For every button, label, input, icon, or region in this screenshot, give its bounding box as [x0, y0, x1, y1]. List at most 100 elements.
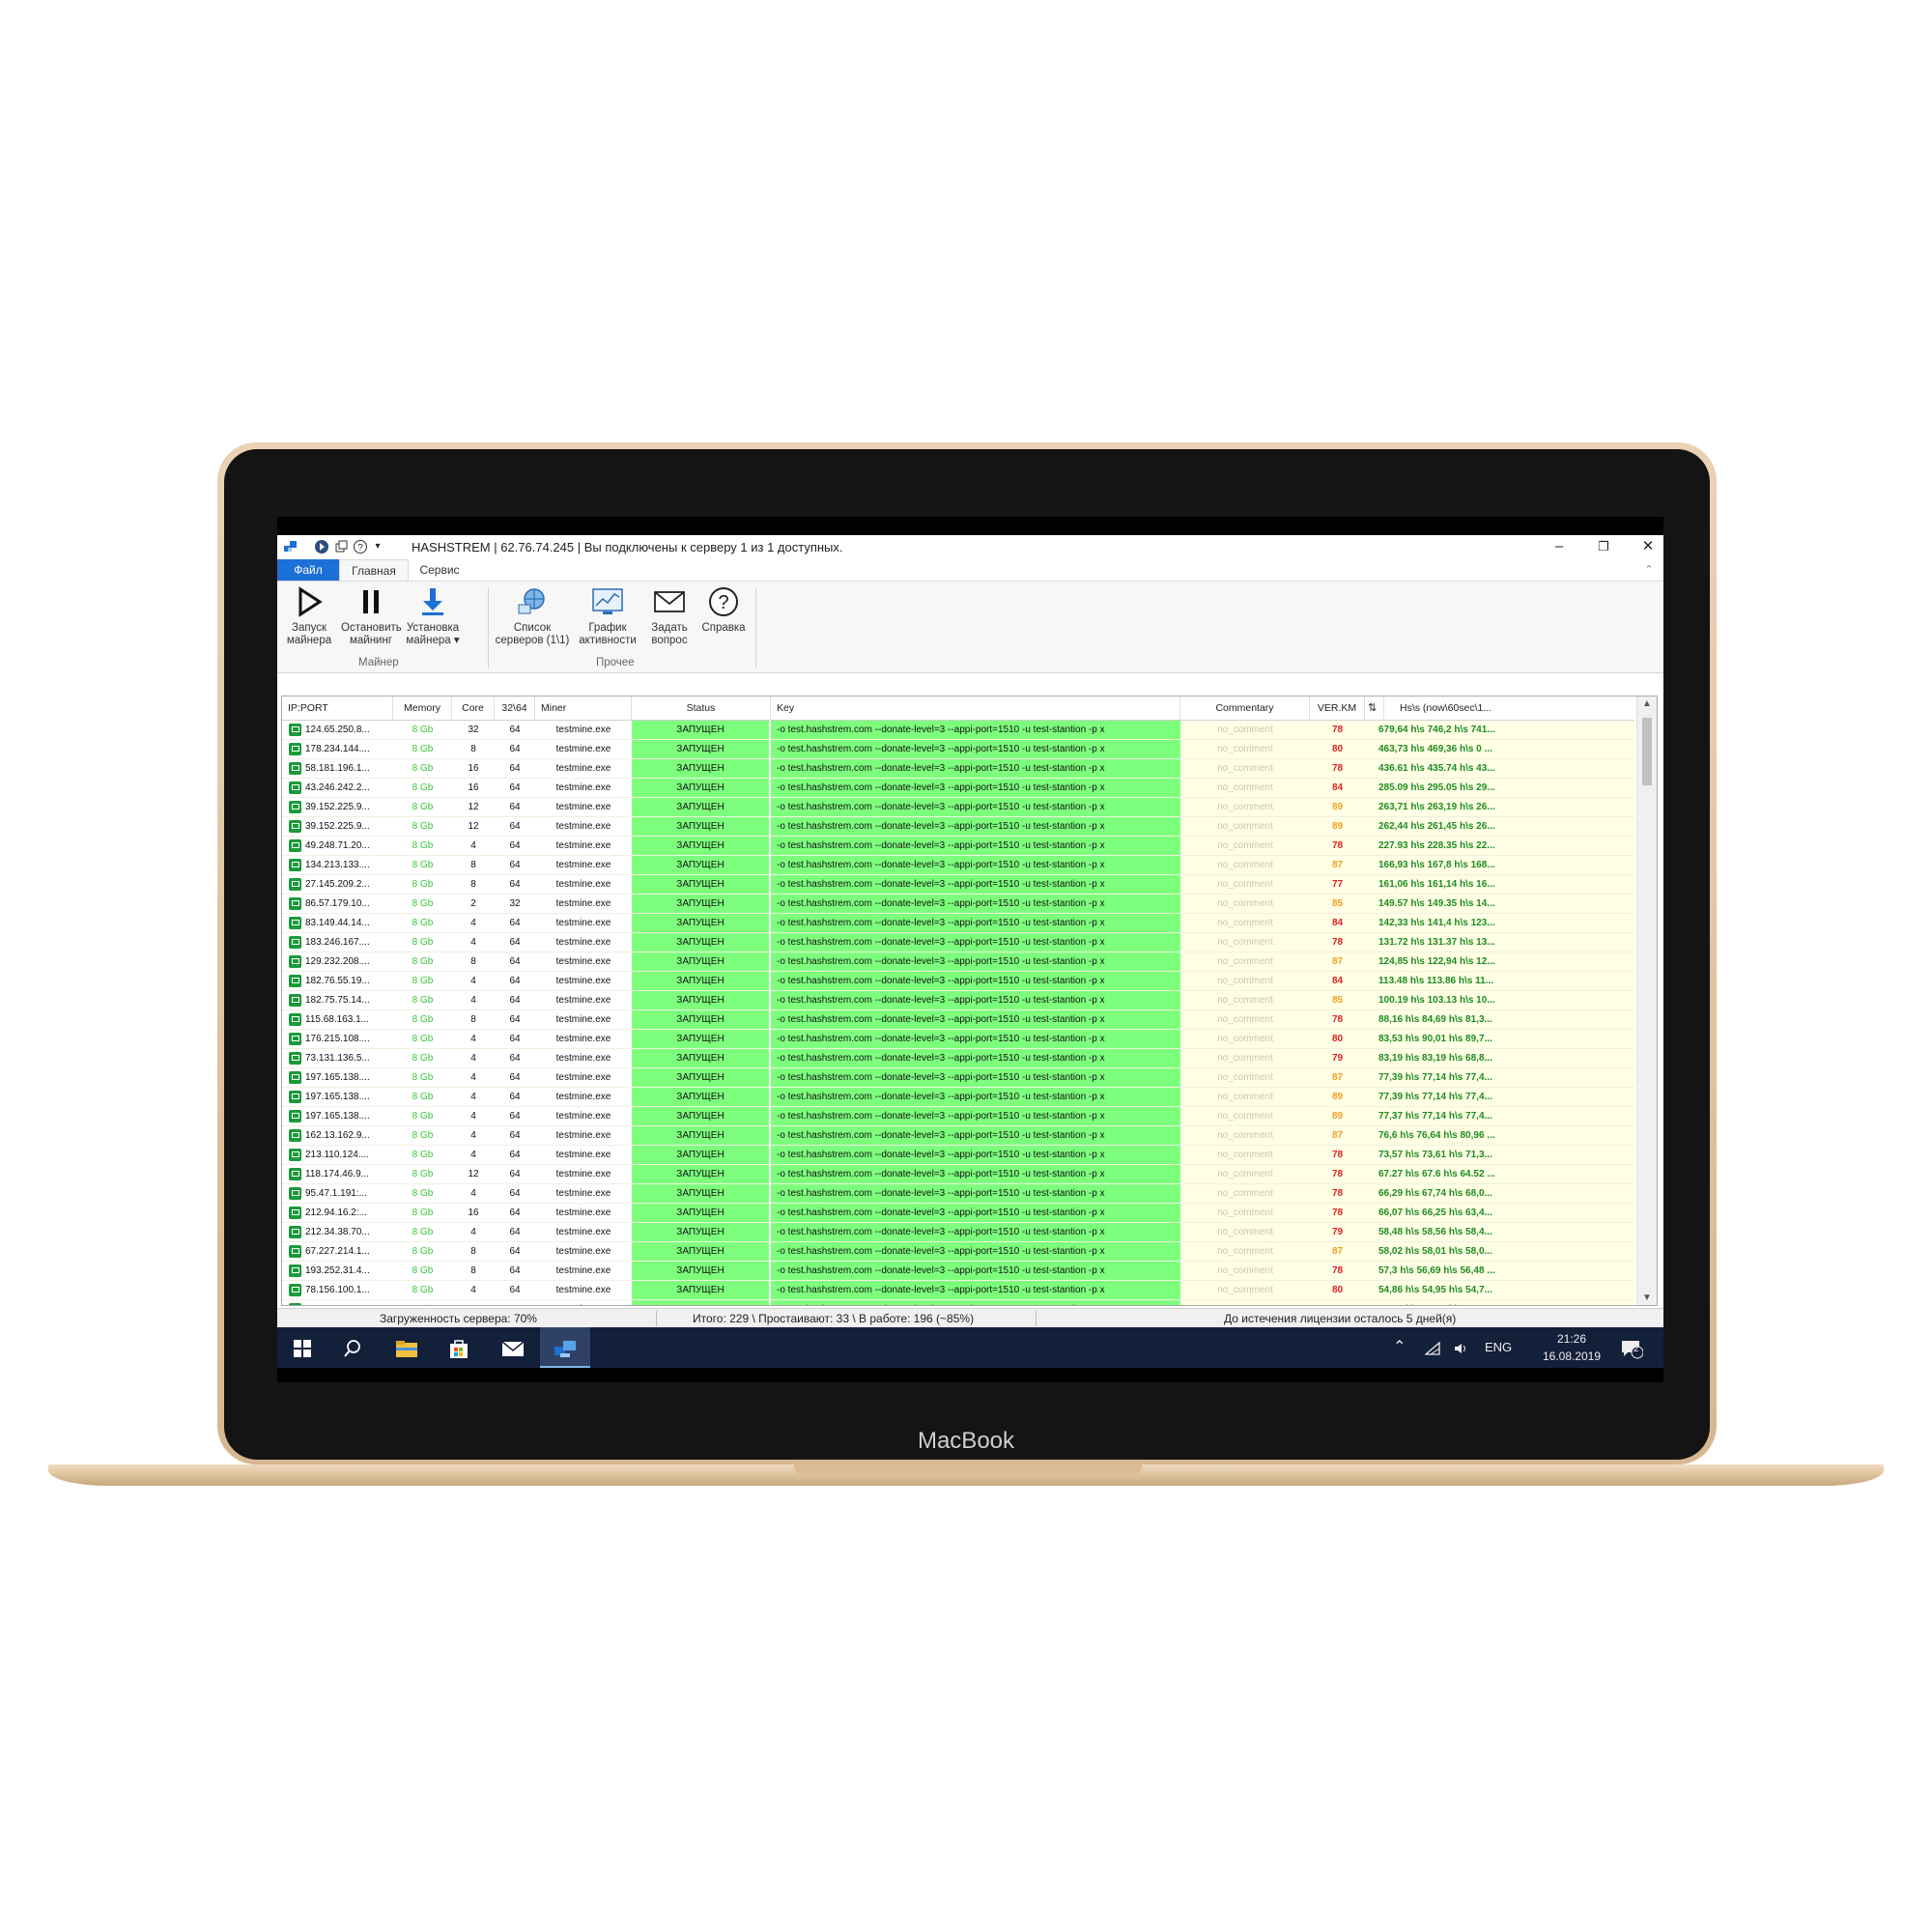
col-header-key[interactable]: Key [771, 696, 1180, 720]
table-row[interactable]: 212.34.38.70... 8 Gb 4 64 testmine.exe ЗАПУЩЕ… [282, 1223, 1634, 1242]
col-header-status[interactable]: Status [632, 696, 771, 720]
customize-toolbar-icon[interactable]: ▾ [370, 539, 385, 554]
collapse-ribbon-icon[interactable]: ⌃ [1639, 559, 1659, 581]
table-row[interactable]: 27.145.209.2... 8 Gb 8 64 testmine.exe ЗАПУЩЕ… [282, 875, 1634, 895]
table-row[interactable]: 213.110.124.... 8 Gb 4 64 testmine.exe ЗАПУЩЕ… [282, 1146, 1634, 1165]
cell-bits: 64 [495, 1049, 535, 1067]
table-row[interactable]: 182.75.75.14... 8 Gb 4 64 testmine.exe ЗАПУЩЕ… [282, 991, 1634, 1010]
stop-mining-button[interactable]: Остановить майнинг [341, 585, 402, 647]
cell-version: 78 [1310, 759, 1365, 778]
table-row[interactable]: 73.131.136.5... 8 Gb 4 64 testmine.exe ЗАПУЩЕ… [282, 1049, 1634, 1068]
col-header-bits[interactable]: 32\64 [495, 696, 535, 720]
scroll-thumb[interactable] [1642, 718, 1652, 785]
cell-core-text: 4 [470, 1111, 476, 1122]
help-small-icon[interactable]: ? [353, 539, 368, 554]
table-row[interactable]: 176.215.108.... 8 Gb 4 64 testmine.exe ЗАПУЩЕ… [282, 1030, 1634, 1049]
action-center-icon[interactable]: 2 [1620, 1327, 1644, 1368]
table-row[interactable]: 134.213.133.... 8 Gb 8 64 testmine.exe ЗАПУЩЕ… [282, 856, 1634, 875]
table-row[interactable]: 162.13.162.9... 8 Gb 4 64 testmine.exe ЗАПУЩЕ… [282, 1126, 1634, 1146]
network-icon[interactable] [1424, 1327, 1440, 1368]
cell-core: 4 [452, 1030, 495, 1048]
cell-status-text: ЗАПУЩЕН [676, 1208, 724, 1218]
restore-button[interactable]: ❐ [1581, 535, 1626, 558]
table-row[interactable]: 182.76.55.19... 8 Gb 4 64 testmine.exe ЗАПУЩЕ… [282, 972, 1634, 991]
table-row[interactable]: 83.149.44.14... 8 Gb 4 64 testmine.exe ЗАПУЩЕ… [282, 914, 1634, 933]
table-row[interactable]: 43.246.242.2... 8 Gb 16 64 testmine.exe ЗАПУЩ… [282, 779, 1634, 798]
col-header-hashrate[interactable]: Hs\s (now\60sec\1... [1384, 696, 1634, 720]
cell-bits-text: 64 [509, 956, 521, 967]
table-row[interactable]: 86.57.179.10... 8 Gb 2 32 testmine.exe ЗАПУЩЕ… [282, 895, 1634, 914]
cell-memory: 8 Gb [393, 779, 452, 797]
server-list-button[interactable]: Список серверов (1\1) [494, 585, 571, 647]
cell-hashrate-text: 57,3 h\s 56,69 h\s 56,48 ... [1378, 1265, 1495, 1276]
tab-home[interactable]: Главная [339, 559, 409, 581]
scroll-up-icon[interactable]: ▲ [1637, 698, 1657, 709]
table-row[interactable]: 39.152.225.9... 8 Gb 12 64 testmine.exe ЗАПУЩ… [282, 817, 1634, 837]
minimize-button[interactable]: – [1537, 535, 1581, 558]
cell-hashrate: 54,86 h\s 54,95 h\s 54,7... [1365, 1281, 1634, 1299]
table-row[interactable]: 118.174.46.9... 8 Gb 12 64 testmine.exe ЗАПУЩ… [282, 1165, 1634, 1184]
start-miner-button[interactable]: Запуск майнера [279, 585, 339, 647]
table-row[interactable]: 197.165.138.... 8 Gb 4 64 testmine.exe ЗАПУЩЕ… [282, 1068, 1634, 1088]
cell-ip: 39.152.225.9... [282, 798, 393, 816]
table-row[interactable]: 115.68.163.1... 8 Gb 8 64 testmine.exe ЗАПУЩЕ… [282, 1010, 1634, 1030]
vertical-scrollbar[interactable]: ▲ ▼ [1636, 696, 1657, 1305]
table-row[interactable]: 183.246.167.... 8 Gb 4 64 testmine.exe ЗАПУЩЕ… [282, 933, 1634, 952]
file-explorer-icon[interactable] [382, 1327, 432, 1368]
clock[interactable]: 21:26 16.08.2019 [1533, 1327, 1610, 1371]
cell-hashrate-text: 88,16 h\s 84,69 h\s 81,3... [1378, 1014, 1492, 1025]
ask-question-button[interactable]: Задать вопрос [642, 585, 696, 647]
search-icon[interactable] [327, 1327, 378, 1368]
table-row[interactable]: 124.65.250.8... 8 Gb 32 64 testmine.exe ЗАПУЩ… [282, 721, 1634, 740]
table-row[interactable]: 178.234.144.... 8 Gb 8 64 testmine.exe ЗАПУЩЕ… [282, 740, 1634, 759]
cell-key-text: -o test.hashstrem.com --donate-level=3 -… [777, 1014, 1105, 1025]
cell-status-text: ЗАПУЩЕН [676, 744, 724, 754]
table-row[interactable]: 78.156.100.1... 8 Gb 4 64 testmine.exe ЗАПУЩЕ… [282, 1281, 1634, 1300]
table-row[interactable]: 95.47.1.191:... 8 Gb 4 64 testmine.exe ЗАПУЩЕ… [282, 1184, 1634, 1204]
language-indicator[interactable]: ENG [1485, 1327, 1512, 1368]
col-header-core[interactable]: Core [452, 696, 495, 720]
table-row[interactable]: 212.94.16.2:... 8 Gb 16 64 testmine.exe ЗАПУЩ… [282, 1204, 1634, 1223]
cell-version: 77 [1310, 875, 1365, 894]
table-row[interactable]: 58.181.196.1... 8 Gb 16 64 testmine.exe ЗАПУЩ… [282, 759, 1634, 779]
cell-core: 8 [452, 856, 495, 874]
col-header-commentary[interactable]: Commentary [1180, 696, 1310, 720]
scroll-down-icon[interactable]: ▼ [1637, 1293, 1657, 1303]
cell-ip: 197.165.138.... [282, 1107, 393, 1125]
store-icon[interactable] [434, 1327, 484, 1368]
start-windows-icon[interactable] [277, 1327, 327, 1368]
mail-icon[interactable] [488, 1327, 538, 1368]
table-row[interactable]: 49.248.71.20... 8 Gb 4 64 testmine.exe ЗАПУЩЕ… [282, 837, 1634, 856]
table-row[interactable]: 197.165.138.... 8 Gb 4 64 testmine.exe ЗАПУЩЕ… [282, 1088, 1634, 1107]
cell-hashrate: 285.09 h\s 295.05 h\s 29... [1365, 779, 1634, 797]
col-header-ip[interactable]: IP:PORT [282, 696, 393, 720]
help-button[interactable]: ? Справка [696, 585, 751, 635]
cell-core-text: 4 [470, 995, 476, 1006]
install-miner-button[interactable]: Установка майнера ▾ [403, 585, 463, 647]
table-row[interactable]: 67.227.214.1... 8 Gb 8 64 testmine.exe ЗАПУЩЕ… [282, 1242, 1634, 1262]
copy-icon[interactable] [333, 539, 349, 554]
cell-miner: testmine.exe [535, 798, 632, 816]
col-header-miner[interactable]: Miner [535, 696, 632, 720]
volume-icon[interactable] [1454, 1327, 1469, 1368]
activity-chart-button[interactable]: График активности [573, 585, 642, 647]
server-status-icon [289, 1284, 301, 1296]
close-button[interactable]: ✕ [1626, 535, 1670, 558]
sort-az-icon[interactable]: ⇅ [1365, 696, 1384, 720]
cell-core-text: 12 [468, 821, 479, 832]
table-row[interactable]: 197.165.138.... 8 Gb 4 64 testmine.exe ЗАПУЩЕ… [282, 1107, 1634, 1126]
cell-status: ЗАПУЩЕН [632, 895, 771, 913]
col-header-memory[interactable]: Memory [393, 696, 452, 720]
tab-file[interactable]: Файл [277, 559, 339, 581]
table-row[interactable]: 193.252.31.4... 8 Gb 8 64 testmine.exe ЗАПУЩЕ… [282, 1262, 1634, 1281]
table-row[interactable]: 39.152.225.9... 8 Gb 12 64 testmine.exe ЗАПУЩ… [282, 798, 1634, 817]
table-row[interactable]: 222.127.0.22... 8 Gb 6 64 testmine.exe ЗАПУЩЕ… [282, 1300, 1634, 1305]
cell-commentary-text: no_comment [1217, 1072, 1273, 1083]
hashstrem-taskbar-icon[interactable] [540, 1327, 590, 1368]
tab-service[interactable]: Сервис [409, 559, 470, 581]
table-row[interactable]: 129.232.208.... 8 Gb 8 64 testmine.exe ЗАПУЩЕ… [282, 952, 1634, 972]
cell-ip-text: 197.165.138.... [305, 1111, 370, 1122]
show-hidden-icons-icon[interactable]: ⌃ [1393, 1327, 1406, 1368]
col-header-ver[interactable]: VER.KM [1310, 696, 1365, 720]
forward-icon[interactable] [314, 539, 329, 554]
